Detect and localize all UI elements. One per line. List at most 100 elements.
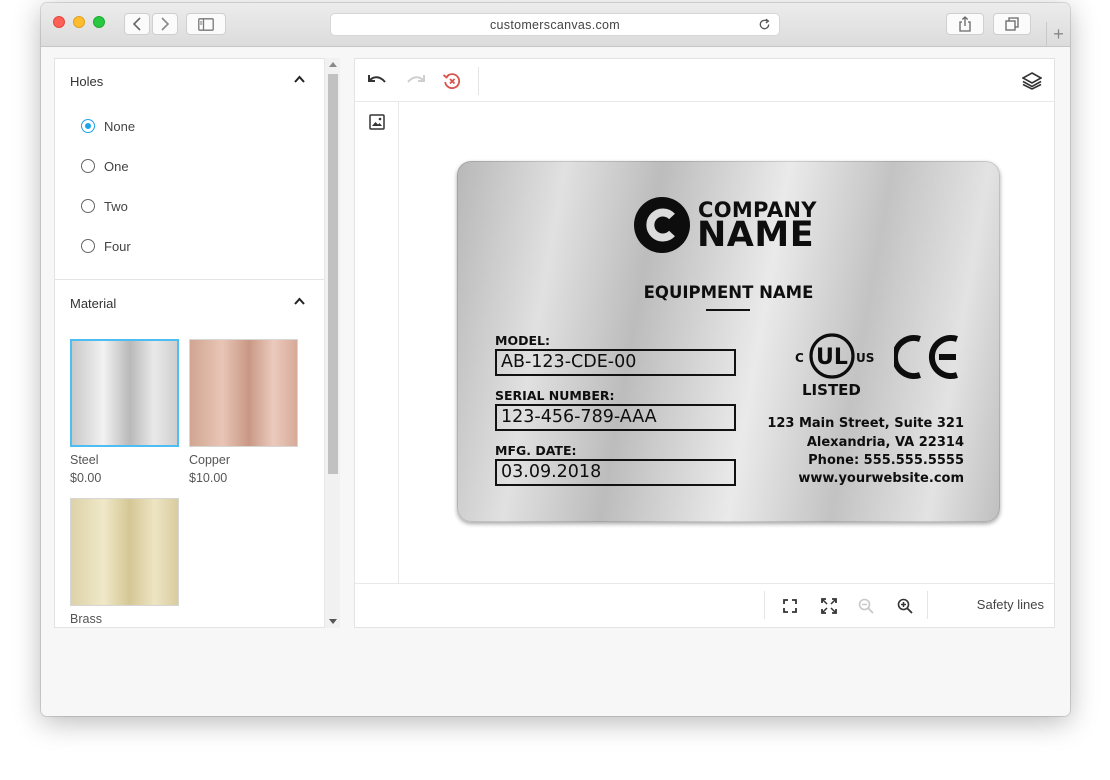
add-image-button[interactable]	[366, 111, 388, 133]
zoom-in-button[interactable]	[895, 596, 915, 616]
editor-toolbar	[355, 59, 1054, 102]
reset-button[interactable]	[441, 70, 463, 92]
radio-one[interactable]	[81, 159, 95, 173]
share-button[interactable]	[946, 13, 984, 35]
material-section-header[interactable]: Material	[55, 281, 325, 325]
holes-section-title: Holes	[70, 73, 104, 89]
mfg-date-label: MFG. DATE:	[495, 443, 577, 458]
address-line-1: 123 Main Street, Suite 321	[767, 416, 964, 431]
website-line: www.yourwebsite.com	[798, 471, 964, 486]
holes-option-one[interactable]: One	[81, 156, 129, 176]
sidebar-scrollbar[interactable]	[324, 58, 340, 628]
zoom-in-icon	[897, 598, 913, 614]
serial-number-field[interactable]: 123-456-789-AAA	[495, 404, 736, 431]
image-icon	[369, 114, 385, 130]
phone-line: Phone: 555.555.5555	[808, 453, 964, 468]
fullscreen-icon	[821, 598, 837, 614]
layers-icon	[1022, 72, 1042, 90]
scroll-down-arrow[interactable]	[329, 619, 337, 624]
material-name: Brass	[70, 612, 102, 626]
material-card-steel[interactable]: Steel $0.00	[70, 339, 180, 485]
toolbar-separator	[478, 67, 479, 95]
close-window-button[interactable]	[53, 16, 65, 28]
share-icon	[959, 16, 971, 32]
minimize-window-button[interactable]	[73, 16, 85, 28]
bottom-separator	[927, 591, 928, 619]
holes-option-label: Two	[104, 198, 128, 214]
holes-section-header[interactable]: Holes	[55, 59, 325, 103]
holes-option-label: One	[104, 158, 129, 174]
equipment-nameplate[interactable]: COMPANY NAME EQUIPMENT NAME MODEL: AB-12…	[457, 161, 1000, 522]
address-bar[interactable]: customerscanvas.com	[330, 13, 780, 36]
zoom-window-button[interactable]	[93, 16, 105, 28]
tabs-icon	[1005, 17, 1019, 31]
editor-bottom-bar: Safety lines	[355, 583, 1054, 627]
editor-left-toolbar	[355, 102, 399, 583]
reload-icon[interactable]	[758, 18, 771, 31]
redo-icon	[407, 75, 425, 83]
material-card-brass[interactable]: Brass	[70, 498, 180, 626]
holes-option-four[interactable]: Four	[81, 236, 131, 256]
back-button[interactable]	[124, 13, 150, 35]
sidebar-toggle-button[interactable]	[186, 13, 226, 35]
address-line-2: Alexandria, VA 22314	[806, 435, 964, 450]
radio-none[interactable]	[81, 119, 95, 133]
browser-titlebar: customerscanvas.com +	[41, 3, 1070, 47]
ul-listed-mark-icon: UL C US	[795, 333, 874, 379]
url-text: customerscanvas.com	[489, 17, 621, 32]
section-divider	[55, 279, 325, 280]
tabs-overview-button[interactable]	[993, 13, 1031, 35]
fit-to-screen-button[interactable]	[780, 596, 800, 616]
material-card-copper[interactable]: Copper $10.00	[189, 339, 299, 485]
zoom-out-button[interactable]	[856, 596, 876, 616]
company-logo-icon	[634, 197, 690, 253]
ul-left-text: C	[795, 351, 804, 365]
ul-right-text: US	[856, 351, 874, 365]
browser-window: customerscanvas.com + Holes None One Two…	[41, 3, 1070, 716]
equipment-underline	[706, 309, 750, 311]
material-price: $10.00	[189, 471, 228, 485]
mfg-date-field[interactable]: 03.09.2018	[495, 459, 736, 486]
radio-two[interactable]	[81, 199, 95, 213]
layers-button[interactable]	[1021, 70, 1043, 92]
radio-four[interactable]	[81, 239, 95, 253]
scroll-up-arrow[interactable]	[329, 62, 337, 67]
material-name: Steel	[70, 453, 99, 467]
scrollbar-thumb[interactable]	[328, 74, 338, 474]
design-editor: COMPANY NAME EQUIPMENT NAME MODEL: AB-12…	[354, 58, 1055, 628]
model-field[interactable]: AB-123-CDE-00	[495, 349, 736, 376]
equipment-name: EQUIPMENT NAME	[643, 283, 814, 302]
bottom-separator	[764, 591, 765, 619]
material-name: Copper	[189, 453, 230, 467]
model-label: MODEL:	[495, 333, 550, 348]
holes-option-two[interactable]: Two	[81, 196, 128, 216]
fit-screen-icon	[783, 599, 797, 613]
serial-number-label: SERIAL NUMBER:	[495, 388, 615, 403]
holes-option-none[interactable]: None	[81, 116, 135, 136]
design-canvas[interactable]: COMPANY NAME EQUIPMENT NAME MODEL: AB-12…	[400, 102, 1054, 583]
material-swatch-steel[interactable]	[70, 339, 179, 447]
chevron-right-icon	[161, 17, 170, 31]
fullscreen-button[interactable]	[819, 596, 839, 616]
material-price: $0.00	[70, 471, 102, 485]
options-sidebar: Holes None One Two Four Material Steel $	[54, 58, 340, 628]
chevron-up-icon[interactable]	[294, 75, 305, 83]
plus-icon: +	[1053, 24, 1064, 44]
ce-mark-icon	[894, 335, 958, 379]
undo-button[interactable]	[366, 70, 388, 92]
material-swatch-copper[interactable]	[189, 339, 298, 447]
material-swatch-brass[interactable]	[70, 498, 179, 606]
chevron-left-icon	[132, 17, 141, 31]
new-tab-button[interactable]: +	[1046, 22, 1070, 47]
reset-history-icon	[442, 73, 461, 90]
redo-button[interactable]	[405, 70, 427, 92]
forward-button[interactable]	[152, 13, 178, 35]
holes-option-label: None	[104, 118, 136, 134]
sidebar-icon	[198, 17, 214, 31]
safety-lines-toggle[interactable]: Safety lines	[977, 597, 1044, 612]
holes-option-label: Four	[104, 238, 131, 254]
ul-center-text: UL	[816, 345, 848, 370]
zoom-out-icon	[858, 598, 874, 614]
chevron-up-icon[interactable]	[294, 297, 305, 305]
material-section-title: Material	[70, 295, 117, 311]
